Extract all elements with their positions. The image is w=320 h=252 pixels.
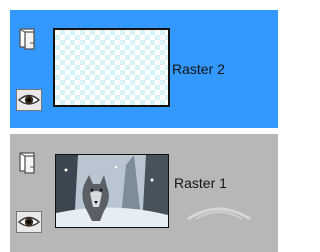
layer-thumbnail-raster-1 bbox=[55, 154, 169, 228]
wolf-photo-icon bbox=[56, 155, 168, 227]
layer-thumbnail-raster-2 bbox=[53, 28, 170, 107]
layer-properties-icon[interactable] bbox=[16, 26, 42, 52]
layer-name: Raster 1 bbox=[174, 175, 227, 191]
layer-properties-icon[interactable] bbox=[16, 150, 42, 176]
visibility-eye-icon[interactable] bbox=[16, 211, 42, 237]
layer-row-raster-1[interactable]: Raster 1 bbox=[10, 134, 278, 252]
layer-name: Raster 2 bbox=[172, 61, 225, 77]
visibility-eye-icon[interactable] bbox=[16, 89, 42, 115]
layers-panel: Raster 2 Raster 1 bbox=[0, 0, 278, 252]
layer-row-raster-2[interactable]: Raster 2 bbox=[10, 10, 278, 128]
watermark-arc-icon bbox=[187, 207, 251, 221]
